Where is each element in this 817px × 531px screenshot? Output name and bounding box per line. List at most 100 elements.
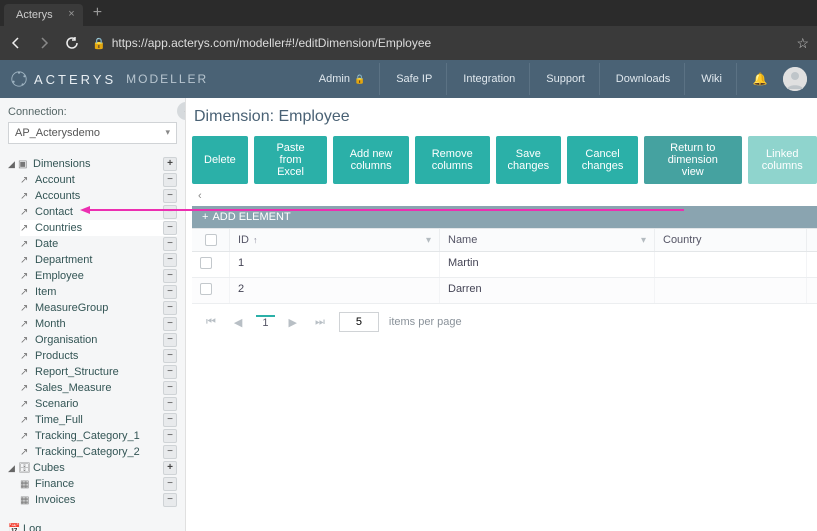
- sidebar-log[interactable]: 📅Log: [8, 520, 177, 531]
- tree-dimensions[interactable]: ◢ ▣ Dimensions +: [8, 156, 177, 172]
- connection-select[interactable]: AP_Acterysdemo: [8, 122, 177, 144]
- tree-dim-employee[interactable]: ↗Employee−: [20, 268, 177, 284]
- remove-button[interactable]: −: [163, 285, 177, 299]
- cell-id[interactable]: 2: [230, 278, 440, 303]
- cell-country[interactable]: [655, 278, 807, 303]
- filter-icon[interactable]: ▾: [641, 235, 646, 246]
- table-row[interactable]: 1Martin: [192, 252, 817, 278]
- header-name[interactable]: Name▾: [440, 229, 655, 251]
- tree-dim-sales_measure[interactable]: ↗Sales_Measure−: [20, 380, 177, 396]
- add-cube-button[interactable]: +: [163, 461, 177, 475]
- browser-tab[interactable]: Acterys ×: [4, 4, 83, 26]
- link-icon: ↗: [20, 335, 32, 346]
- nav-support[interactable]: Support: [532, 63, 600, 95]
- tree-dim-organisation[interactable]: ↗Organisation−: [20, 332, 177, 348]
- pager-next[interactable]: ▶: [285, 316, 301, 329]
- tree-cube-finance[interactable]: ▦Finance−: [20, 476, 177, 492]
- cell-name[interactable]: Darren: [440, 278, 655, 303]
- scroll-left-hint[interactable]: ‹: [192, 186, 817, 206]
- paste-excel-button[interactable]: Paste from Excel: [254, 136, 327, 184]
- remove-button[interactable]: −: [163, 205, 177, 219]
- pager: ⏮ ◀ 1 ▶ ⏭ items per page: [192, 304, 817, 340]
- linked-columns-button[interactable]: Linked columns: [748, 136, 817, 184]
- remove-button[interactable]: −: [163, 429, 177, 443]
- add-columns-button[interactable]: Add new columns: [333, 136, 409, 184]
- return-view-button[interactable]: Return to dimension view: [644, 136, 742, 184]
- remove-button[interactable]: −: [163, 365, 177, 379]
- tree-dim-item[interactable]: ↗Item−: [20, 284, 177, 300]
- remove-button[interactable]: −: [163, 413, 177, 427]
- tree-dim-date[interactable]: ↗Date−: [20, 236, 177, 252]
- back-button[interactable]: [8, 35, 24, 51]
- cancel-changes-button[interactable]: Cancel changes: [567, 136, 638, 184]
- tree-cubes[interactable]: ◢ 🗄 Cubes +: [8, 460, 177, 476]
- pager-prev[interactable]: ◀: [230, 316, 246, 329]
- tree-dim-measuregroup[interactable]: ↗MeasureGroup−: [20, 300, 177, 316]
- remove-button[interactable]: −: [163, 477, 177, 491]
- nav-integration[interactable]: Integration: [449, 63, 530, 95]
- remove-button[interactable]: −: [163, 173, 177, 187]
- remove-button[interactable]: −: [163, 189, 177, 203]
- nav-downloads[interactable]: Downloads: [602, 63, 685, 95]
- header-id[interactable]: ID↑▾: [230, 229, 440, 251]
- tree-dim-scenario[interactable]: ↗Scenario−: [20, 396, 177, 412]
- new-tab-button[interactable]: +: [83, 4, 112, 26]
- cell-country[interactable]: [655, 252, 807, 277]
- remove-button[interactable]: −: [163, 253, 177, 267]
- cell-id[interactable]: 1: [230, 252, 440, 277]
- url-text[interactable]: https://app.acterys.com/modeller#!/editD…: [112, 36, 431, 50]
- tree-dim-countries[interactable]: ↗Countries−: [20, 220, 177, 236]
- tree-dim-account[interactable]: ↗Account−: [20, 172, 177, 188]
- header-checkbox[interactable]: [192, 229, 230, 251]
- filter-icon[interactable]: ▾: [426, 235, 431, 246]
- tree-dim-products[interactable]: ↗Products−: [20, 348, 177, 364]
- nav-safe-ip[interactable]: Safe IP: [382, 63, 447, 95]
- remove-button[interactable]: −: [163, 349, 177, 363]
- tree-dim-report_structure[interactable]: ↗Report_Structure−: [20, 364, 177, 380]
- add-element-button[interactable]: + ADD ELEMENT: [192, 206, 817, 228]
- pager-last[interactable]: ⏭: [311, 316, 329, 329]
- tree-dim-accounts[interactable]: ↗Accounts−: [20, 188, 177, 204]
- tree-dim-department[interactable]: ↗Department−: [20, 252, 177, 268]
- delete-button[interactable]: Delete: [192, 136, 248, 184]
- sidebar-collapse-button[interactable]: ‹: [177, 102, 186, 120]
- avatar[interactable]: [783, 67, 807, 91]
- table-row[interactable]: 2Darren: [192, 278, 817, 304]
- add-dimension-button[interactable]: +: [163, 157, 177, 171]
- tree-dim-tracking_category_1[interactable]: ↗Tracking_Category_1−: [20, 428, 177, 444]
- remove-button[interactable]: −: [163, 445, 177, 459]
- row-checkbox[interactable]: [192, 252, 230, 277]
- tree-dim-contact[interactable]: ↗Contact−: [20, 204, 177, 220]
- notifications-icon[interactable]: 🔔: [747, 66, 773, 92]
- items-per-page-input[interactable]: [339, 312, 379, 332]
- link-icon: ↗: [20, 175, 32, 186]
- pager-first[interactable]: ⏮: [202, 316, 220, 329]
- remove-button[interactable]: −: [163, 493, 177, 507]
- nav-admin[interactable]: Admin🔒: [305, 63, 380, 95]
- forward-button[interactable]: [36, 35, 52, 51]
- favorite-icon[interactable]: ☆: [796, 35, 809, 52]
- remove-button[interactable]: −: [163, 237, 177, 251]
- tree-dim-time_full[interactable]: ↗Time_Full−: [20, 412, 177, 428]
- tree-dim-tracking_category_2[interactable]: ↗Tracking_Category_2−: [20, 444, 177, 460]
- remove-button[interactable]: −: [163, 333, 177, 347]
- header-country[interactable]: Country: [655, 229, 807, 251]
- remove-button[interactable]: −: [163, 397, 177, 411]
- remove-columns-button[interactable]: Remove columns: [415, 136, 490, 184]
- remove-button[interactable]: −: [163, 301, 177, 315]
- cube-icon: ▣: [18, 159, 30, 170]
- close-icon[interactable]: ×: [68, 8, 74, 20]
- remove-button[interactable]: −: [163, 269, 177, 283]
- refresh-button[interactable]: [64, 35, 80, 51]
- tree-cube-invoices[interactable]: ▦Invoices−: [20, 492, 177, 508]
- link-icon: ↗: [20, 383, 32, 394]
- row-checkbox[interactable]: [192, 278, 230, 303]
- remove-button[interactable]: −: [163, 317, 177, 331]
- nav-wiki[interactable]: Wiki: [687, 63, 737, 95]
- remove-button[interactable]: −: [163, 221, 177, 235]
- brand-logo[interactable]: ACTERYS: [10, 70, 116, 88]
- remove-button[interactable]: −: [163, 381, 177, 395]
- cell-name[interactable]: Martin: [440, 252, 655, 277]
- save-changes-button[interactable]: Save changes: [496, 136, 562, 184]
- tree-dim-month[interactable]: ↗Month−: [20, 316, 177, 332]
